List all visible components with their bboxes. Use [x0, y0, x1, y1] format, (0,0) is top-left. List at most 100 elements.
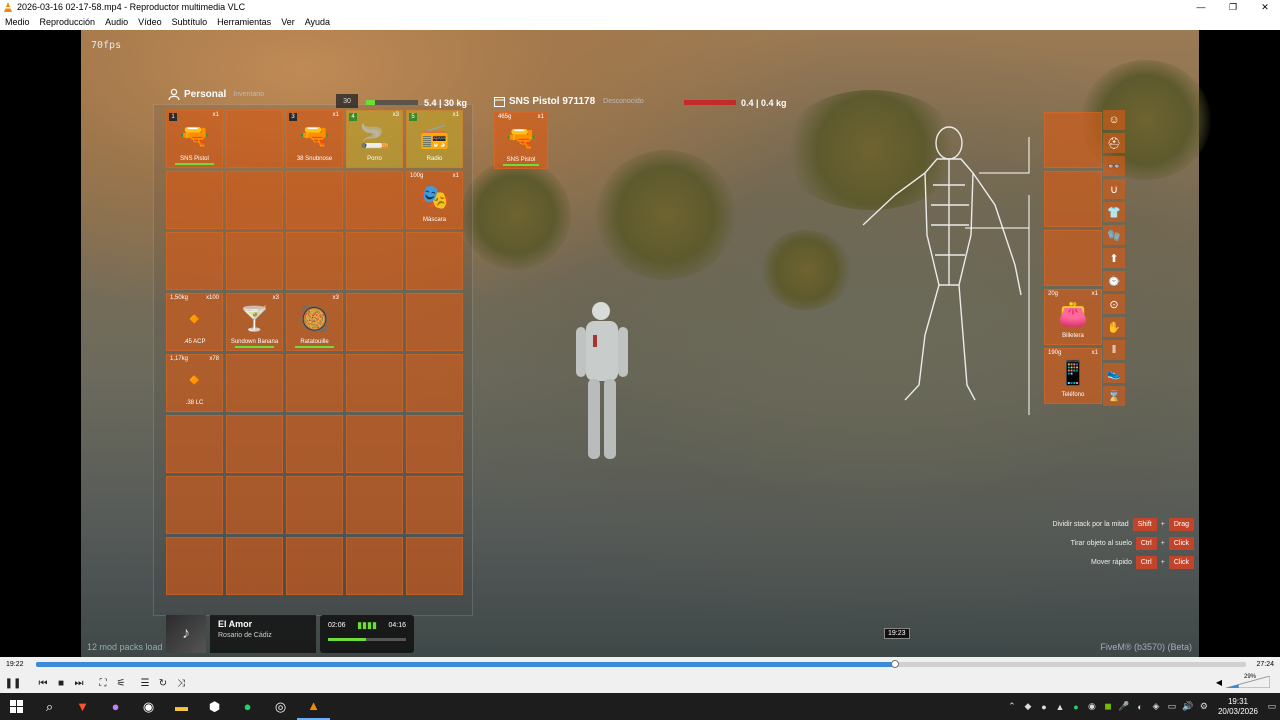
tray-network-icon[interactable]: ▭ — [1164, 701, 1180, 712]
next-button[interactable]: ⏭ — [70, 674, 88, 692]
inventory-slot[interactable] — [166, 232, 223, 290]
menu-video[interactable]: Vídeo — [133, 17, 167, 27]
inventory-slot[interactable] — [346, 476, 403, 534]
tray-discord-icon[interactable]: ◐ — [1132, 702, 1148, 712]
inventory-slot[interactable] — [286, 476, 343, 534]
shuffle-button[interactable]: ⤨ — [172, 674, 190, 692]
inventory-slot[interactable] — [406, 476, 463, 534]
menu-ver[interactable]: Ver — [276, 17, 300, 27]
tray-spotify-icon[interactable]: ● — [1068, 702, 1084, 712]
minimize-button[interactable]: — — [1186, 0, 1216, 14]
menu-reproduccion[interactable]: Reproducción — [35, 17, 101, 27]
spotify-icon[interactable]: ● — [231, 693, 264, 720]
equipment-slot[interactable] — [1044, 112, 1102, 168]
equipment-category-icon[interactable]: ‖ — [1103, 340, 1125, 360]
close-button[interactable]: ✕ — [1250, 0, 1280, 14]
start-button[interactable] — [0, 693, 33, 720]
equipment-category-icon[interactable]: 👓 — [1103, 156, 1125, 176]
equipment-category-icon[interactable]: ∪ — [1103, 179, 1125, 199]
extended-settings-button[interactable]: ⚟ — [112, 674, 130, 692]
steam-icon[interactable]: ◉ — [132, 693, 165, 720]
inventory-slot[interactable] — [166, 537, 223, 595]
inventory-slot[interactable] — [346, 415, 403, 473]
tray-app-icon[interactable]: ▲ — [1052, 702, 1068, 712]
menu-subtitulo[interactable]: Subtítulo — [167, 17, 213, 27]
maximize-button[interactable]: ❐ — [1218, 0, 1248, 14]
inventory-slot[interactable] — [406, 415, 463, 473]
equipment-slot[interactable]: 190g x1 📱 Teléfono — [1044, 348, 1102, 404]
tray-app-icon[interactable]: ◆ — [1020, 701, 1036, 712]
inventory-slot[interactable] — [226, 354, 283, 412]
obs-icon[interactable]: ◎ — [264, 693, 297, 720]
tray-volume-icon[interactable]: 🔊 — [1180, 701, 1196, 712]
inventory-slot[interactable] — [226, 476, 283, 534]
equipment-slot[interactable]: 20g x1 👛 Billetera — [1044, 289, 1102, 345]
inventory-slot[interactable] — [166, 415, 223, 473]
seek-bar[interactable] — [36, 660, 1246, 668]
app-icon[interactable]: ● — [99, 693, 132, 720]
equipment-slot[interactable] — [1044, 171, 1102, 227]
tray-nvidia-icon[interactable]: ◼ — [1100, 701, 1116, 712]
loop-button[interactable]: ↻ — [154, 674, 172, 692]
inventory-slot[interactable] — [346, 537, 403, 595]
playlist-button[interactable]: ☰ — [136, 674, 154, 692]
stop-button[interactable]: ■ — [52, 674, 70, 692]
inventory-slot[interactable] — [226, 171, 283, 229]
equipment-slot[interactable] — [1044, 230, 1102, 286]
file-explorer-icon[interactable]: ▬ — [165, 693, 198, 720]
equipment-category-icon[interactable]: 🧤 — [1103, 225, 1125, 245]
equipment-category-icon[interactable]: ⌛ — [1103, 386, 1125, 406]
inventory-slot[interactable] — [286, 354, 343, 412]
inventory-slot[interactable] — [346, 354, 403, 412]
tray-mic-icon[interactable]: 🎤 — [1116, 701, 1132, 712]
previous-button[interactable]: ⏮ — [34, 674, 52, 692]
video-area[interactable]: 70fps Personal Inventario 30 5.4 | 30 kg… — [0, 30, 1280, 657]
inventory-slot[interactable] — [166, 476, 223, 534]
equipment-category-icon[interactable]: 👕 — [1103, 202, 1125, 222]
tray-settings-icon[interactable]: ⚙ — [1196, 701, 1212, 712]
inventory-slot[interactable] — [226, 537, 283, 595]
pause-button[interactable]: ❚❚ — [4, 674, 22, 692]
inventory-slot[interactable] — [286, 537, 343, 595]
inventory-slot[interactable] — [406, 293, 463, 351]
tray-app-icon[interactable]: ● — [1036, 702, 1052, 712]
equipment-category-icon[interactable]: ⌚ — [1103, 271, 1125, 291]
brave-browser-icon[interactable]: ▼ — [66, 693, 99, 720]
inventory-slot[interactable]: 5 x1 📻 Radio — [406, 110, 463, 168]
inventory-slot[interactable]: x3 🥘 Ratatouille — [286, 293, 343, 351]
inventory-slot[interactable]: 1,50kg x100 🔸 .45 ACP — [166, 293, 223, 351]
menu-ayuda[interactable]: Ayuda — [300, 17, 335, 27]
inventory-slot[interactable]: 1,17kg x78 🔸 .38 LC — [166, 354, 223, 412]
inventory-slot[interactable] — [226, 232, 283, 290]
inventory-slot[interactable] — [286, 171, 343, 229]
inventory-slot[interactable]: 1 x1 🔫 SNS Pistol — [166, 110, 223, 168]
seek-handle[interactable] — [891, 660, 900, 668]
equipment-category-icon[interactable]: 👟 — [1103, 363, 1125, 383]
inventory-slot[interactable] — [166, 171, 223, 229]
tray-steam-icon[interactable]: ◉ — [1084, 701, 1100, 712]
equipment-category-icon[interactable]: ⊙ — [1103, 294, 1125, 314]
notification-icon[interactable]: ▭ — [1264, 701, 1280, 712]
inventory-slot[interactable] — [286, 415, 343, 473]
inventory-slot[interactable] — [226, 415, 283, 473]
taskbar-clock[interactable]: 19:31 20/03/2026 — [1218, 697, 1258, 717]
menu-herramientas[interactable]: Herramientas — [212, 17, 276, 27]
menu-audio[interactable]: Audio — [100, 17, 133, 27]
equipment-category-icon[interactable]: ⛑ — [1103, 133, 1125, 153]
inventory-slot[interactable] — [406, 354, 463, 412]
inventory-slot[interactable] — [226, 110, 283, 168]
container-slot[interactable]: 465g x1 🔫 SNS Pistol — [494, 112, 548, 169]
inventory-slot[interactable]: 4 x3 🚬 Porro — [346, 110, 403, 168]
inventory-slot[interactable]: 3 x1 🔫 38 Snubnose — [286, 110, 343, 168]
inventory-slot[interactable] — [346, 293, 403, 351]
fullscreen-button[interactable]: ⛶ — [94, 674, 112, 692]
inventory-slot[interactable] — [346, 171, 403, 229]
equipment-category-icon[interactable]: ✋ — [1103, 317, 1125, 337]
tray-arrow-icon[interactable]: ⌃ — [1004, 701, 1020, 712]
inventory-slot[interactable] — [346, 232, 403, 290]
search-icon[interactable]: ⌕ — [33, 693, 66, 720]
inventory-slot[interactable]: x3 🍸 Sundown Banana — [226, 293, 283, 351]
inventory-slot[interactable] — [406, 537, 463, 595]
menu-medio[interactable]: Medio — [0, 17, 35, 27]
equipment-category-icon[interactable]: ☺ — [1103, 110, 1125, 130]
